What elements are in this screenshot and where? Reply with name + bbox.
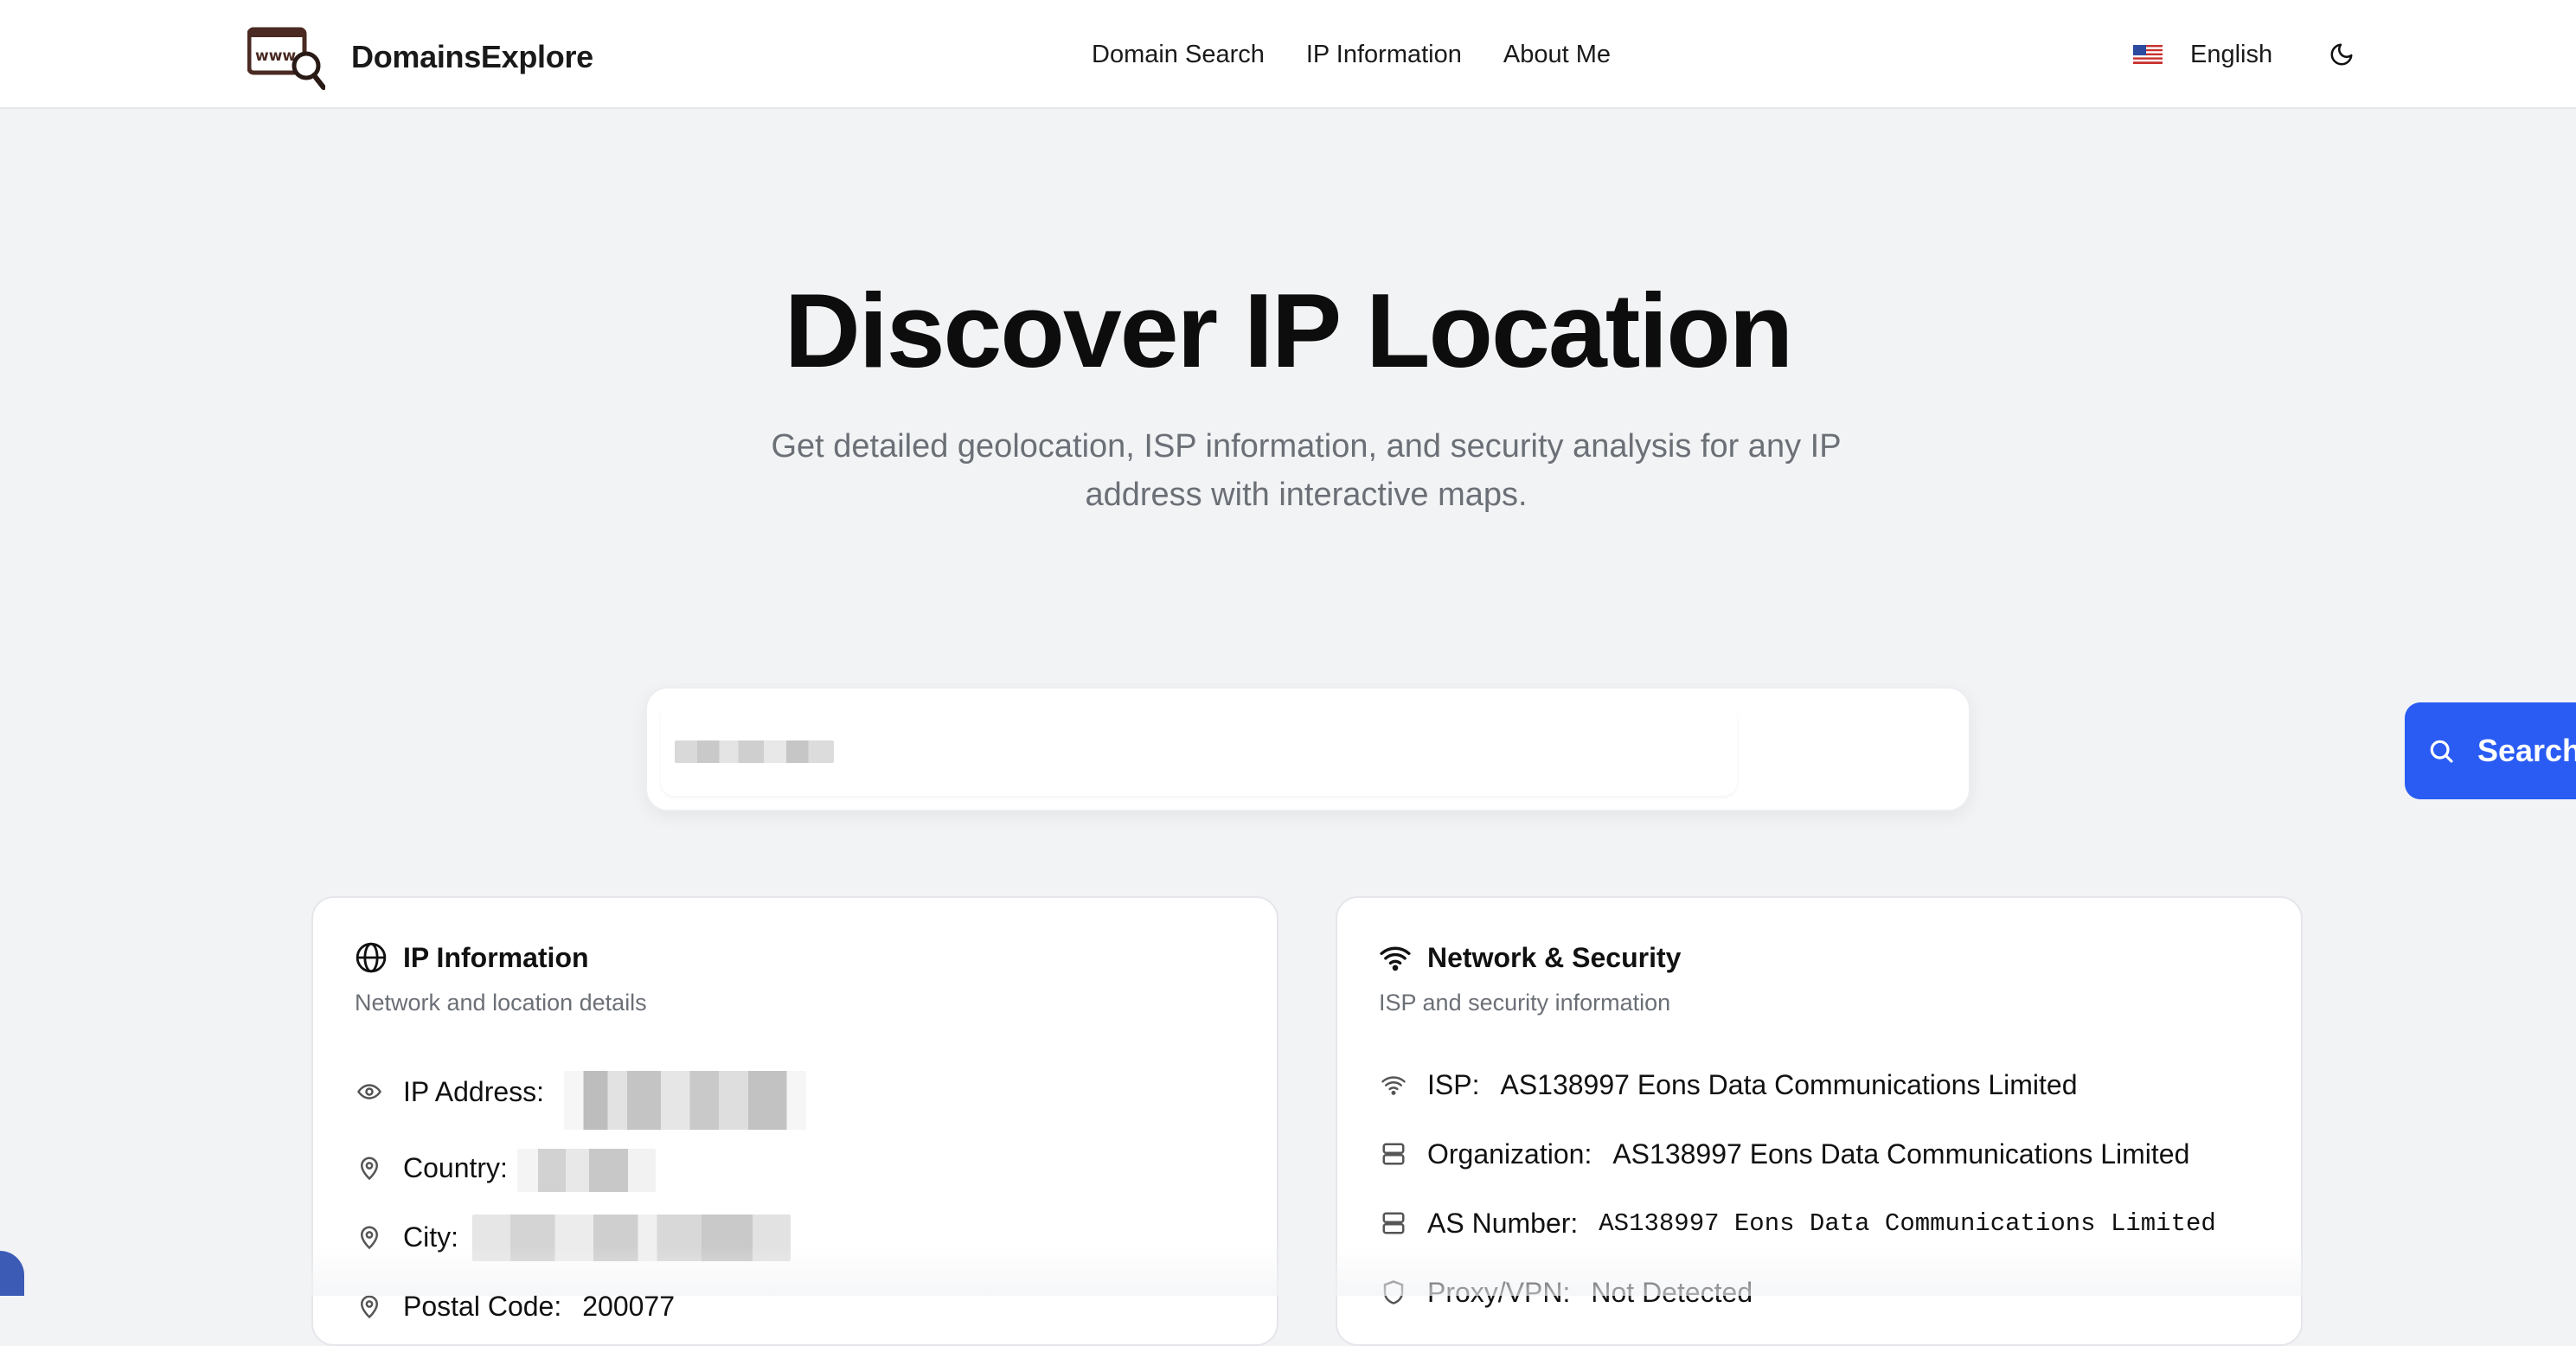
redacted-city — [472, 1215, 791, 1261]
hero-title: Discover IP Location — [784, 272, 1794, 389]
nav-about-me[interactable]: About Me — [1503, 41, 1611, 69]
map-pin-icon — [360, 1295, 379, 1319]
redacted-country — [517, 1149, 656, 1192]
nav-ip-information[interactable]: IP Information — [1306, 41, 1462, 69]
proxy-vpn-value: Not Detected — [1591, 1276, 1753, 1308]
ip-card-title: IP Information — [403, 941, 589, 973]
redacted-ip-address — [564, 1071, 806, 1130]
city-label: City: — [403, 1221, 458, 1253]
us-flag-icon — [2133, 45, 2163, 64]
nav-links: Domain Search IP Information About Me — [1092, 0, 1652, 109]
network-card-header: Network & Security — [1379, 941, 1681, 974]
logo-text: www — [255, 48, 296, 65]
corner-accent — [0, 1251, 24, 1296]
search-icon — [2430, 740, 2453, 763]
isp-label: ISP: — [1427, 1068, 1480, 1100]
brand-name: DomainsExplore — [351, 39, 593, 74]
theme-toggle-button[interactable] — [2324, 37, 2359, 72]
search-button-label: Search — [2477, 733, 2576, 768]
moon-icon — [2330, 43, 2353, 66]
country-label: Country: — [403, 1151, 508, 1183]
logo-icon: www — [247, 27, 325, 90]
server-icon — [1382, 1212, 1405, 1234]
nav-domain-search[interactable]: Domain Search — [1092, 41, 1265, 69]
as-number-row: AS Number: AS138997 Eons Data Communicat… — [1379, 1202, 2216, 1244]
postal-code-value: 200077 — [582, 1290, 675, 1322]
globe-icon — [356, 942, 387, 973]
network-card-title: Network & Security — [1427, 941, 1682, 973]
brand[interactable]: www DomainsExplore — [247, 24, 593, 90]
postal-code-label: Postal Code: — [403, 1290, 562, 1322]
network-security-card: Network & Security ISP and security info… — [1336, 896, 2303, 1346]
city-row: City: — [355, 1216, 479, 1258]
shield-icon — [1383, 1280, 1404, 1304]
wifi-icon — [1381, 1076, 1406, 1095]
as-number-value: AS138997 Eons Data Communications Limite… — [1599, 1208, 2216, 1238]
nav-right: English — [2133, 0, 2359, 109]
ip-address-row: IP Address: — [355, 1071, 565, 1112]
map-pin-icon — [360, 1157, 379, 1181]
proxy-vpn-label: Proxy/VPN: — [1427, 1276, 1571, 1308]
isp-value: AS138997 Eons Data Communications Limite… — [1500, 1068, 2078, 1100]
top-navbar: www DomainsExplore Domain Search IP Info… — [0, 0, 2576, 109]
ip-card-description: Network and location details — [355, 990, 647, 1016]
eye-icon — [357, 1084, 381, 1099]
ip-address-label: IP Address: — [403, 1075, 545, 1107]
organization-label: Organization: — [1427, 1138, 1592, 1170]
search-button[interactable]: Search — [2405, 702, 2576, 799]
wifi-icon — [1380, 946, 1411, 971]
network-card-description: ISP and security information — [1379, 990, 1671, 1016]
ip-information-card: IP Information Network and location deta… — [311, 896, 1278, 1346]
redacted-input-value — [675, 740, 834, 763]
country-row: Country: — [355, 1147, 529, 1189]
organization-row: Organization: AS138997 Eons Data Communi… — [1379, 1133, 2189, 1175]
postal-code-row: Postal Code: 200077 — [355, 1285, 675, 1327]
search-card: Search — [645, 687, 2576, 811]
organization-value: AS138997 Eons Data Communications Limite… — [1612, 1138, 2190, 1170]
isp-row: ISP: AS138997 Eons Data Communications L… — [1379, 1064, 2078, 1106]
hero-subtitle: Get detailed geolocation, ISP informatio… — [771, 428, 1842, 513]
as-number-label: AS Number: — [1427, 1207, 1579, 1239]
map-pin-icon — [360, 1226, 379, 1250]
server-icon — [1382, 1143, 1405, 1165]
language-selector[interactable]: English — [2190, 41, 2272, 69]
proxy-vpn-row: Proxy/VPN: Not Detected — [1379, 1272, 1753, 1313]
ip-card-header: IP Information — [355, 941, 589, 974]
